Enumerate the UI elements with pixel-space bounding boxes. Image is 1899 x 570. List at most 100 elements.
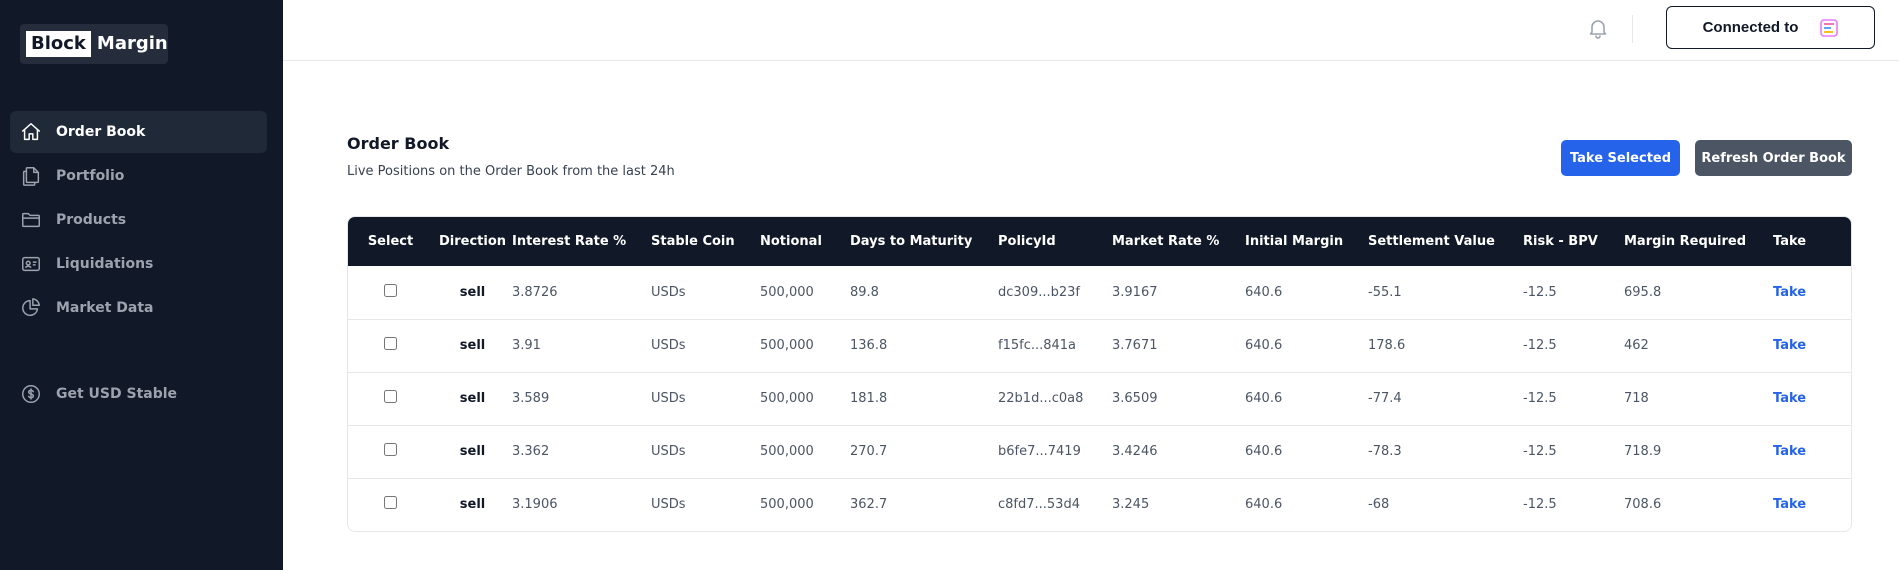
row-select-checkbox[interactable] — [384, 337, 397, 350]
column-header[interactable]: Interest Rate % — [512, 217, 651, 266]
margin-required-cell: 695.8 — [1624, 284, 1662, 300]
sidebar-item-liquidations[interactable]: Liquidations — [10, 243, 267, 285]
risk-bpv-cell: -12.5 — [1523, 444, 1557, 459]
interest-rate-cell: 3.91 — [512, 338, 541, 353]
notional-cell: 500,000 — [760, 444, 814, 459]
page-subtitle: Live Positions on the Order Book from th… — [347, 164, 675, 179]
column-header[interactable]: Risk - BPV — [1523, 217, 1624, 266]
column-header[interactable]: Direction — [433, 217, 512, 266]
margin-required-cell: 718 — [1624, 391, 1649, 406]
interest-rate-cell: 3.362 — [512, 444, 550, 459]
risk-bpv-cell: -12.5 — [1523, 497, 1557, 513]
notional-cell: 500,000 — [760, 284, 814, 300]
days-to-maturity-cell: 89.8 — [850, 284, 879, 300]
folder-icon — [22, 212, 40, 228]
select-cell — [348, 478, 433, 531]
settlement-value-cell: -77.4 — [1368, 391, 1402, 406]
market-rate-cell: 3.9167 — [1112, 284, 1158, 300]
logo[interactable]: Block Margin — [20, 24, 168, 64]
column-header[interactable]: Days to Maturity — [850, 217, 998, 266]
initial-margin-cell: 640.6 — [1245, 391, 1283, 406]
column-header[interactable]: Margin Required — [1624, 217, 1773, 266]
settlement-value-cell: 178.6 — [1368, 338, 1406, 353]
select-cell — [348, 266, 433, 319]
row-select-checkbox[interactable] — [384, 283, 397, 297]
stable-coin-cell: USDs — [651, 497, 686, 513]
market-rate-cell: 3.4246 — [1112, 444, 1158, 459]
margin-required-cell: 708.6 — [1624, 497, 1662, 513]
days-to-maturity-cell: 136.8 — [850, 338, 888, 353]
notional-cell: 500,000 — [760, 391, 814, 406]
sidebar-item-products[interactable]: Products — [10, 199, 267, 241]
sidebar-item-label: Liquidations — [56, 256, 154, 272]
stable-coin-cell: USDs — [651, 284, 686, 300]
dollar-circle-icon — [22, 385, 40, 403]
select-cell — [348, 372, 433, 425]
interest-rate-cell: 3.1906 — [512, 497, 558, 513]
risk-bpv-cell: -12.5 — [1523, 284, 1557, 300]
settlement-value-cell: -68 — [1368, 497, 1390, 513]
notional-cell: 500,000 — [760, 338, 814, 353]
column-header[interactable]: PolicyId — [998, 217, 1112, 266]
interest-rate-cell: 3.8726 — [512, 284, 558, 300]
logo-margin-text: Margin — [96, 33, 168, 54]
stable-coin-cell: USDs — [651, 391, 686, 406]
notional-cell: 500,000 — [760, 497, 814, 513]
pie-chart-icon — [22, 298, 40, 317]
sidebar-item-portfolio[interactable]: Portfolio — [10, 155, 267, 197]
sidebar-item-label: Order Book — [56, 124, 146, 140]
column-header[interactable]: Market Rate % — [1112, 217, 1245, 266]
column-header[interactable]: Notional — [760, 217, 850, 266]
direction-cell: sell — [459, 444, 486, 459]
take-link[interactable]: Take — [1773, 319, 1851, 372]
wallet-logo-icon — [1820, 18, 1839, 37]
take-selected-button[interactable]: Take Selected — [1561, 140, 1680, 176]
connect-label: Connected to — [1702, 19, 1799, 36]
take-link[interactable]: Take — [1773, 425, 1851, 478]
bell-icon[interactable] — [1586, 16, 1610, 40]
column-header[interactable]: Take — [1773, 217, 1851, 266]
main-content: Connected to Order Book Live Positions o… — [283, 0, 1899, 570]
direction-cell: sell — [459, 338, 486, 353]
column-header[interactable]: Initial Margin — [1245, 217, 1368, 266]
risk-bpv-cell: -12.5 — [1523, 338, 1557, 353]
sidebar-item-market-data[interactable]: Market Data — [10, 287, 267, 329]
table-row: sell 3.91 USDs 500,000 136.8 f15fc...841… — [348, 319, 1851, 372]
margin-required-cell: 718.9 — [1624, 444, 1662, 459]
table-row: sell 3.8726 USDs 500,000 89.8 dc309...b2… — [348, 266, 1851, 319]
app: Block Margin Order Book Portfolio Produc… — [0, 0, 1899, 570]
select-cell — [348, 425, 433, 478]
sidebar-item-label: Get USD Stable — [56, 386, 178, 402]
take-link[interactable]: Take — [1773, 266, 1851, 319]
page-title: Order Book — [347, 134, 450, 153]
direction-cell: sell — [459, 497, 486, 513]
table-row: sell 3.362 USDs 500,000 270.7 b6fe7...74… — [348, 425, 1851, 478]
policy-id-cell: dc309...b23f — [998, 284, 1080, 300]
risk-bpv-cell: -12.5 — [1523, 391, 1557, 406]
header-divider — [1632, 15, 1633, 43]
market-rate-cell: 3.245 — [1112, 497, 1150, 513]
sidebar-item-get-usd-stable[interactable]: Get USD Stable — [10, 373, 267, 415]
row-select-checkbox[interactable] — [384, 390, 397, 403]
direction-cell: sell — [459, 391, 486, 406]
row-select-checkbox[interactable] — [384, 496, 397, 510]
days-to-maturity-cell: 270.7 — [850, 444, 888, 459]
table-header-row: Select Direction Interest Rate % Stable … — [348, 217, 1851, 266]
table-row: sell 3.589 USDs 500,000 181.8 22b1d...c0… — [348, 372, 1851, 425]
sidebar-item-label: Market Data — [56, 300, 154, 316]
policy-id-cell: 22b1d...c0a8 — [998, 391, 1084, 406]
logo-block-text: Block — [26, 31, 91, 57]
connect-wallet-button[interactable]: Connected to — [1666, 6, 1875, 49]
policy-id-cell: c8fd7...53d4 — [998, 497, 1080, 513]
take-link[interactable]: Take — [1773, 478, 1851, 531]
stable-coin-cell: USDs — [651, 338, 686, 353]
take-link[interactable]: Take — [1773, 372, 1851, 425]
refresh-order-book-button[interactable]: Refresh Order Book — [1695, 140, 1852, 176]
column-header[interactable]: Select — [348, 217, 433, 266]
column-header[interactable]: Settlement Value — [1368, 217, 1523, 266]
table-row: sell 3.1906 USDs 500,000 362.7 c8fd7...5… — [348, 478, 1851, 531]
sidebar-item-order-book[interactable]: Order Book — [10, 111, 267, 153]
row-select-checkbox[interactable] — [384, 443, 397, 456]
documents-icon — [22, 167, 40, 186]
column-header[interactable]: Stable Coin — [651, 217, 760, 266]
